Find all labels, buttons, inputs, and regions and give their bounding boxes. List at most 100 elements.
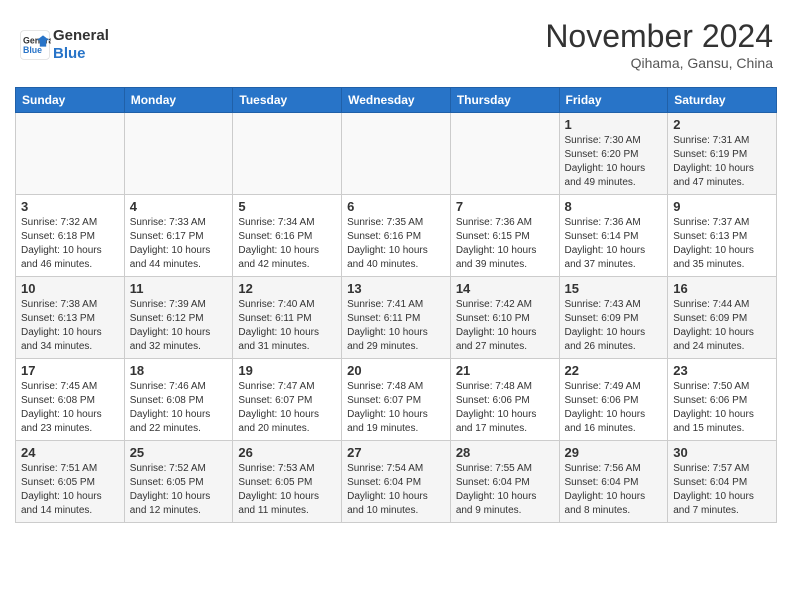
- calendar-cell: [124, 113, 233, 195]
- day-number: 21: [456, 363, 554, 378]
- day-number: 17: [21, 363, 119, 378]
- cell-content: Sunrise: 7:46 AMSunset: 6:08 PMDaylight:…: [130, 380, 228, 436]
- day-number: 2: [673, 117, 771, 132]
- cell-content: Sunrise: 7:39 AMSunset: 6:12 PMDaylight:…: [130, 298, 228, 354]
- day-number: 10: [21, 281, 119, 296]
- calendar-cell: 19 Sunrise: 7:47 AMSunset: 6:07 PMDayligh…: [233, 359, 342, 441]
- day-number: 7: [456, 199, 554, 214]
- cell-content: Sunrise: 7:36 AMSunset: 6:15 PMDaylight:…: [456, 216, 554, 272]
- calendar-cell: 5 Sunrise: 7:34 AMSunset: 6:16 PMDaylight…: [233, 195, 342, 277]
- cell-content: Sunrise: 7:42 AMSunset: 6:10 PMDaylight:…: [456, 298, 554, 354]
- day-number: 22: [565, 363, 663, 378]
- day-number: 12: [238, 281, 336, 296]
- calendar-cell: 8 Sunrise: 7:36 AMSunset: 6:14 PMDaylight…: [559, 195, 668, 277]
- cell-content: Sunrise: 7:55 AMSunset: 6:04 PMDaylight:…: [456, 462, 554, 518]
- calendar-cell: 18Sunrise: 7:46 AMSunset: 6:08 PMDayligh…: [124, 359, 233, 441]
- calendar-cell: 24Sunrise: 7:51 AMSunset: 6:05 PMDayligh…: [16, 441, 125, 523]
- day-number: 19: [238, 363, 336, 378]
- calendar-cell: 9 Sunrise: 7:37 AMSunset: 6:13 PMDaylight…: [668, 195, 777, 277]
- day-number: 14: [456, 281, 554, 296]
- calendar-cell: 10Sunrise: 7:38 AMSunset: 6:13 PMDayligh…: [16, 277, 125, 359]
- cell-content: Sunrise: 7:35 AMSunset: 6:16 PMDaylight:…: [347, 216, 445, 272]
- cell-content: Sunrise: 7:31 AMSunset: 6:19 PMDaylight:…: [673, 134, 771, 190]
- day-number: 16: [673, 281, 771, 296]
- weekday-header-friday: Friday: [559, 88, 668, 113]
- calendar-cell: 23 Sunrise: 7:50 AMSunset: 6:06 PMDayligh…: [668, 359, 777, 441]
- cell-content: Sunrise: 7:56 AMSunset: 6:04 PMDaylight:…: [565, 462, 663, 518]
- cell-content: Sunrise: 7:40 AMSunset: 6:11 PMDaylight:…: [238, 298, 336, 354]
- calendar-cell: 13 Sunrise: 7:41 AMSunset: 6:11 PMDayligh…: [342, 277, 451, 359]
- calendar-cell: 25Sunrise: 7:52 AMSunset: 6:05 PMDayligh…: [124, 441, 233, 523]
- calendar-cell: 30 Sunrise: 7:57 AMSunset: 6:04 PMDayligh…: [668, 441, 777, 523]
- cell-content: Sunrise: 7:47 AMSunset: 6:07 PMDaylight:…: [238, 380, 336, 436]
- cell-content: Sunrise: 7:44 AMSunset: 6:09 PMDaylight:…: [673, 298, 771, 354]
- cell-content: Sunrise: 7:54 AMSunset: 6:04 PMDaylight:…: [347, 462, 445, 518]
- cell-content: Sunrise: 7:37 AMSunset: 6:13 PMDaylight:…: [673, 216, 771, 272]
- day-number: 1: [565, 117, 663, 132]
- calendar-cell: [450, 113, 559, 195]
- calendar-cell: 28 Sunrise: 7:55 AMSunset: 6:04 PMDayligh…: [450, 441, 559, 523]
- page: General Blue General Blue November 2024 …: [0, 0, 792, 538]
- day-number: 9: [673, 199, 771, 214]
- calendar-cell: 14 Sunrise: 7:42 AMSunset: 6:10 PMDayligh…: [450, 277, 559, 359]
- weekday-header-sunday: Sunday: [16, 88, 125, 113]
- svg-text:General: General: [23, 35, 51, 45]
- day-number: 28: [456, 445, 554, 460]
- cell-content: Sunrise: 7:52 AMSunset: 6:05 PMDaylight:…: [130, 462, 228, 518]
- calendar-cell: 26 Sunrise: 7:53 AMSunset: 6:05 PMDayligh…: [233, 441, 342, 523]
- day-number: 6: [347, 199, 445, 214]
- calendar-cell: 4 Sunrise: 7:33 AMSunset: 6:17 PMDaylight…: [124, 195, 233, 277]
- day-number: 29: [565, 445, 663, 460]
- weekday-header-thursday: Thursday: [450, 88, 559, 113]
- cell-content: Sunrise: 7:50 AMSunset: 6:06 PMDaylight:…: [673, 380, 771, 436]
- calendar-cell: 22 Sunrise: 7:49 AMSunset: 6:06 PMDayligh…: [559, 359, 668, 441]
- weekday-header-tuesday: Tuesday: [233, 88, 342, 113]
- calendar-cell: 15Sunrise: 7:43 AMSunset: 6:09 PMDayligh…: [559, 277, 668, 359]
- cell-content: Sunrise: 7:34 AMSunset: 6:16 PMDaylight:…: [238, 216, 336, 272]
- calendar-cell: 1 Sunrise: 7:30 AMSunset: 6:20 PMDaylight…: [559, 113, 668, 195]
- weekday-header-row: SundayMondayTuesdayWednesdayThursdayFrid…: [16, 88, 777, 113]
- cell-content: Sunrise: 7:45 AMSunset: 6:08 PMDaylight:…: [21, 380, 119, 436]
- calendar-table: SundayMondayTuesdayWednesdayThursdayFrid…: [15, 87, 777, 523]
- cell-content: Sunrise: 7:53 AMSunset: 6:05 PMDaylight:…: [238, 462, 336, 518]
- calendar-cell: 12 Sunrise: 7:40 AMSunset: 6:11 PMDayligh…: [233, 277, 342, 359]
- header: General Blue General Blue November 2024 …: [15, 10, 777, 79]
- svg-text:Blue: Blue: [23, 45, 42, 55]
- calendar-cell: 7 Sunrise: 7:36 AMSunset: 6:15 PMDaylight…: [450, 195, 559, 277]
- logo-general: General: [53, 27, 109, 45]
- calendar-week-row: 24Sunrise: 7:51 AMSunset: 6:05 PMDayligh…: [16, 441, 777, 523]
- logo-icon: General Blue: [19, 29, 51, 61]
- calendar-week-row: 3 Sunrise: 7:32 AMSunset: 6:18 PMDaylight…: [16, 195, 777, 277]
- cell-content: Sunrise: 7:51 AMSunset: 6:05 PMDaylight:…: [21, 462, 119, 518]
- cell-content: Sunrise: 7:41 AMSunset: 6:11 PMDaylight:…: [347, 298, 445, 354]
- day-number: 11: [130, 281, 228, 296]
- cell-content: Sunrise: 7:36 AMSunset: 6:14 PMDaylight:…: [565, 216, 663, 272]
- day-number: 27: [347, 445, 445, 460]
- day-number: 23: [673, 363, 771, 378]
- cell-content: Sunrise: 7:57 AMSunset: 6:04 PMDaylight:…: [673, 462, 771, 518]
- cell-content: Sunrise: 7:33 AMSunset: 6:17 PMDaylight:…: [130, 216, 228, 272]
- cell-content: Sunrise: 7:48 AMSunset: 6:07 PMDaylight:…: [347, 380, 445, 436]
- day-number: 20: [347, 363, 445, 378]
- logo: General Blue General Blue: [19, 27, 109, 63]
- cell-content: Sunrise: 7:43 AMSunset: 6:09 PMDaylight:…: [565, 298, 663, 354]
- cell-content: Sunrise: 7:48 AMSunset: 6:06 PMDaylight:…: [456, 380, 554, 436]
- calendar-cell: 16 Sunrise: 7:44 AMSunset: 6:09 PMDayligh…: [668, 277, 777, 359]
- day-number: 26: [238, 445, 336, 460]
- cell-content: Sunrise: 7:32 AMSunset: 6:18 PMDaylight:…: [21, 216, 119, 272]
- day-number: 5: [238, 199, 336, 214]
- calendar-cell: 29 Sunrise: 7:56 AMSunset: 6:04 PMDayligh…: [559, 441, 668, 523]
- day-number: 13: [347, 281, 445, 296]
- day-number: 3: [21, 199, 119, 214]
- calendar-week-row: 17 Sunrise: 7:45 AMSunset: 6:08 PMDayligh…: [16, 359, 777, 441]
- cell-content: Sunrise: 7:30 AMSunset: 6:20 PMDaylight:…: [565, 134, 663, 190]
- calendar-week-row: 1 Sunrise: 7:30 AMSunset: 6:20 PMDaylight…: [16, 113, 777, 195]
- weekday-header-monday: Monday: [124, 88, 233, 113]
- day-number: 8: [565, 199, 663, 214]
- calendar-cell: 3 Sunrise: 7:32 AMSunset: 6:18 PMDaylight…: [16, 195, 125, 277]
- cell-content: Sunrise: 7:49 AMSunset: 6:06 PMDaylight:…: [565, 380, 663, 436]
- calendar-cell: 2 Sunrise: 7:31 AMSunset: 6:19 PMDaylight…: [668, 113, 777, 195]
- day-number: 30: [673, 445, 771, 460]
- day-number: 4: [130, 199, 228, 214]
- calendar-cell: [16, 113, 125, 195]
